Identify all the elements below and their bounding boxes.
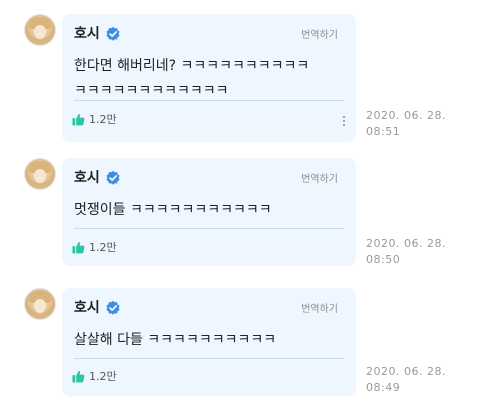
like-count: 1.2만	[89, 113, 117, 126]
author-row: 호시	[74, 170, 121, 186]
timestamp: 2020. 06. 28. 08:51	[366, 109, 446, 138]
author-name[interactable]: 호시	[74, 170, 100, 186]
author-name[interactable]: 호시	[74, 26, 100, 42]
like-button[interactable]: 1.2만	[72, 241, 117, 254]
comment-item: 호시 번역하기 멋쟁이들 ㅋㅋㅋㅋㅋㅋㅋㅋㅋㅋㅋ 1.2만 2020. 06. …	[0, 158, 480, 268]
verified-badge-icon	[106, 300, 120, 315]
avatar[interactable]	[24, 158, 56, 190]
timestamp: 2020. 06. 28. 08:49	[366, 365, 446, 394]
comment-bubble: 호시 번역하기 한다면 해버리네? ㅋㅋㅋㅋㅋㅋㅋㅋㅋㅋ ㅋㅋㅋㅋㅋㅋㅋㅋㅋㅋㅋ…	[62, 14, 356, 142]
comment-text: 살살해 다들 ㅋㅋㅋㅋㅋㅋㅋㅋㅋㅋ	[74, 332, 277, 348]
translate-link[interactable]: 번역하기	[301, 174, 338, 186]
avatar[interactable]	[24, 14, 56, 46]
timestamp: 2020. 06. 28. 08:50	[366, 237, 446, 266]
verified-badge-icon	[106, 170, 120, 185]
translate-link[interactable]: 번역하기	[301, 30, 338, 42]
divider	[74, 100, 344, 101]
comment-item: 호시 번역하기 한다면 해버리네? ㅋㅋㅋㅋㅋㅋㅋㅋㅋㅋ ㅋㅋㅋㅋㅋㅋㅋㅋㅋㅋㅋ…	[0, 14, 480, 144]
comment-text: 한다면 해버리네? ㅋㅋㅋㅋㅋㅋㅋㅋㅋㅋ ㅋㅋㅋㅋㅋㅋㅋㅋㅋㅋㅋㅋ	[74, 58, 310, 99]
comment-item: 호시 번역하기 살살해 다들 ㅋㅋㅋㅋㅋㅋㅋㅋㅋㅋ 1.2만 2020. 06.…	[0, 288, 480, 398]
author-row: 호시	[74, 26, 121, 42]
comment-feed: 호시 번역하기 한다면 해버리네? ㅋㅋㅋㅋㅋㅋㅋㅋㅋㅋ ㅋㅋㅋㅋㅋㅋㅋㅋㅋㅋㅋ…	[0, 0, 480, 400]
thumbs-up-icon	[72, 242, 85, 254]
comment-bubble: 호시 번역하기 멋쟁이들 ㅋㅋㅋㅋㅋㅋㅋㅋㅋㅋㅋ 1.2만	[62, 158, 356, 266]
comment-text: 멋쟁이들 ㅋㅋㅋㅋㅋㅋㅋㅋㅋㅋㅋ	[74, 202, 272, 218]
author-row: 호시	[74, 300, 121, 316]
more-vertical-icon[interactable]	[342, 116, 346, 126]
verified-badge-icon	[106, 26, 120, 41]
author-name[interactable]: 호시	[74, 300, 100, 316]
thumbs-up-icon	[72, 114, 85, 126]
translate-link[interactable]: 번역하기	[301, 304, 338, 316]
avatar[interactable]	[24, 288, 56, 320]
like-count: 1.2만	[89, 241, 117, 254]
comment-bubble: 호시 번역하기 살살해 다들 ㅋㅋㅋㅋㅋㅋㅋㅋㅋㅋ 1.2만	[62, 288, 356, 396]
divider	[74, 358, 344, 359]
like-count: 1.2만	[89, 370, 117, 383]
like-button[interactable]: 1.2만	[72, 370, 117, 383]
thumbs-up-icon	[72, 371, 85, 383]
divider	[74, 228, 344, 229]
like-button[interactable]: 1.2만	[72, 113, 117, 126]
